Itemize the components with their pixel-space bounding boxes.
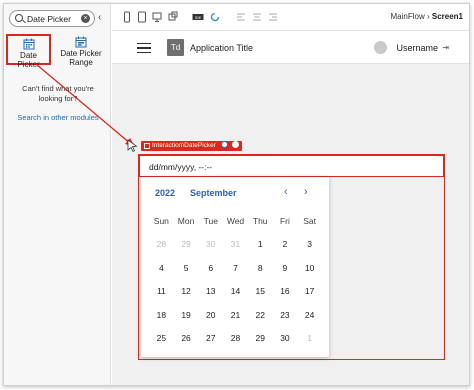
calendar-day[interactable]: 10: [297, 262, 322, 286]
search-icon: [15, 14, 23, 22]
refresh-icon[interactable]: [210, 11, 220, 23]
align-left-icon[interactable]: [236, 11, 246, 23]
calendar-day[interactable]: 30: [273, 332, 298, 356]
widget-selection-tag[interactable]: Interaction\DatePicker: [141, 141, 242, 151]
weekday-label: Tue: [203, 216, 218, 226]
app-window: Date Picker × ‹ Date Picker Date Picker …: [3, 3, 470, 386]
collapse-panel-icon[interactable]: ‹: [98, 12, 101, 23]
not-found-text: Can't find what you're looking for?: [22, 84, 94, 103]
breadcrumb: MainFlow › Screen1: [390, 12, 463, 21]
calendar-day[interactable]: 26: [174, 332, 199, 356]
calendar-days: 28 29 30 31 1 2 3 4 5 6 7 8 9 10 11 12 13 14 15 16 17 18 19 20 2…: [149, 238, 322, 356]
calendar-day[interactable]: 20: [198, 309, 223, 333]
calendar-day[interactable]: 23: [273, 309, 298, 333]
next-month-icon[interactable]: ›: [304, 186, 308, 198]
calendar-day[interactable]: 3: [297, 238, 322, 262]
toolbox-panel: Date Picker × ‹ Date Picker Date Picker …: [4, 4, 111, 385]
calendar-day[interactable]: 28: [223, 332, 248, 356]
calendar-day[interactable]: 16: [273, 285, 298, 309]
weekday-label: Mon: [177, 216, 195, 226]
calendar-day[interactable]: 27: [198, 332, 223, 356]
calendar-icon: [23, 38, 34, 50]
widget-date-picker[interactable]: Date Picker: [6, 34, 51, 69]
avatar: [374, 41, 387, 54]
widget-label: Date Picker Range: [60, 49, 102, 67]
phone-icon[interactable]: [122, 11, 132, 23]
widget-date-picker-range[interactable]: Date Picker Range: [57, 34, 105, 67]
calendar-month[interactable]: September: [190, 188, 237, 198]
calendar-day[interactable]: 24: [297, 309, 322, 333]
date-input-value: dd/mm/yyyy, --:--: [149, 162, 213, 172]
widget-type-icon: [144, 143, 150, 149]
widget-tag-white-dot-icon[interactable]: [231, 141, 239, 148]
calendar-day[interactable]: 8: [248, 262, 273, 286]
calendar-day[interactable]: 12: [174, 285, 199, 309]
calendar-day[interactable]: 13: [198, 285, 223, 309]
calendar-day[interactable]: 31: [223, 238, 248, 262]
calendar-day[interactable]: 19: [174, 309, 199, 333]
search-input[interactable]: Date Picker: [27, 14, 71, 24]
prev-month-icon[interactable]: ‹: [284, 186, 288, 198]
app-header: Td Application Title Username ⇥: [112, 32, 469, 64]
calendar-day[interactable]: 1: [297, 332, 322, 356]
calendar-day[interactable]: 28: [149, 238, 174, 262]
search-other-modules-link[interactable]: Search in other modules: [14, 113, 102, 123]
calendar-day[interactable]: 29: [174, 238, 199, 262]
weekday-label: Wed: [226, 216, 245, 226]
calendar-day[interactable]: 17: [297, 285, 322, 309]
breadcrumb-separator: ›: [426, 12, 430, 21]
breadcrumb-screen[interactable]: Screen1: [432, 12, 463, 21]
calendar-day[interactable]: 4: [149, 262, 174, 286]
multi-device-icon[interactable]: [168, 11, 178, 23]
tablet-icon[interactable]: [137, 11, 147, 23]
logout-icon[interactable]: ⇥: [442, 43, 449, 52]
calendar-day[interactable]: 22: [248, 309, 273, 333]
editor-toolbar: IDE MainFlow › Screen1: [112, 4, 469, 31]
calendar-day[interactable]: 18: [149, 309, 174, 333]
calendar-year[interactable]: 2022: [155, 188, 175, 198]
app-logo: Td: [167, 39, 184, 56]
widget-label: Date Picker: [17, 51, 40, 69]
calendar-day[interactable]: 5: [174, 262, 199, 286]
align-center-icon[interactable]: [252, 11, 262, 23]
widget-tag-label: Interaction\DatePicker: [152, 142, 216, 149]
clear-icon[interactable]: ×: [81, 14, 90, 23]
calendar-day[interactable]: 9: [273, 262, 298, 286]
calendar-day[interactable]: 7: [223, 262, 248, 286]
search-box[interactable]: Date Picker ×: [9, 10, 95, 27]
calendar-day[interactable]: 6: [198, 262, 223, 286]
weekday-label: Sat: [303, 216, 317, 226]
calendar-day[interactable]: 29: [248, 332, 273, 356]
calendar-day[interactable]: 2: [273, 238, 298, 262]
weekday-label: Sun: [153, 216, 169, 226]
align-right-icon[interactable]: [268, 11, 278, 23]
menu-icon[interactable]: [137, 43, 151, 53]
weekday-header: Sun Mon Tue Wed Thu Fri Sat: [149, 216, 322, 226]
weekday-label: Thu: [252, 216, 268, 226]
calendar-range-icon: [75, 36, 87, 48]
app-title: Application Title: [190, 43, 254, 53]
calendar-day[interactable]: 30: [198, 238, 223, 262]
calendar-day[interactable]: 14: [223, 285, 248, 309]
calendar-day[interactable]: 11: [149, 285, 174, 309]
breadcrumb-flow[interactable]: MainFlow: [390, 12, 424, 21]
calendar-day[interactable]: 25: [149, 332, 174, 356]
calendar-day[interactable]: 1: [248, 238, 273, 262]
widget-tag-blue-dot-icon[interactable]: [220, 141, 228, 148]
weekday-label: Fri: [279, 216, 290, 226]
desktop-icon[interactable]: [152, 11, 162, 23]
svg-text:IDE: IDE: [195, 15, 202, 20]
username: Username: [396, 43, 438, 53]
code-icon[interactable]: IDE: [192, 11, 204, 23]
calendar-day[interactable]: 15: [248, 285, 273, 309]
date-input[interactable]: dd/mm/yyyy, --:--: [139, 155, 444, 177]
calendar-day[interactable]: 21: [223, 309, 248, 333]
calendar-popup: 2022 September ‹ › Sun Mon Tue Wed Thu Fri Sat…: [141, 177, 329, 357]
